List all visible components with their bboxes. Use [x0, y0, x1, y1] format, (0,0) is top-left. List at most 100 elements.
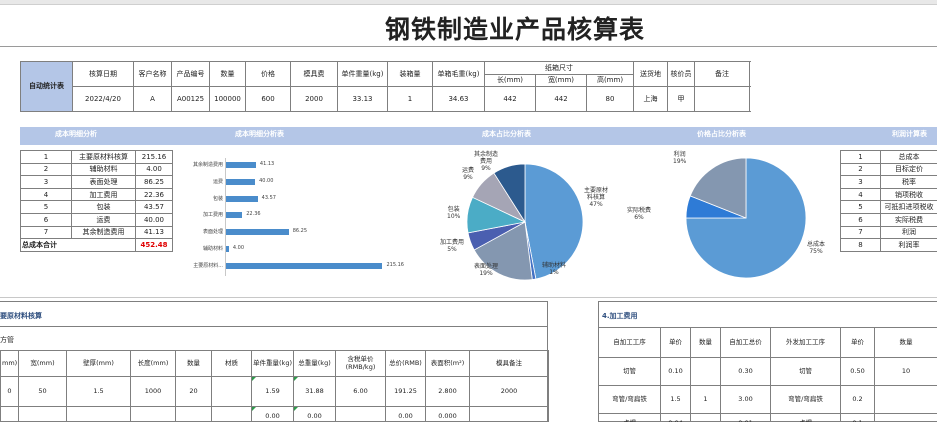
raw-material-header: 含税单价(RMB/kg) [335, 350, 386, 377]
bar-value-label: 86.25 [292, 228, 308, 235]
processing-cell[interactable]: 弯管/弯扁铁 [598, 385, 661, 414]
stats-cell[interactable]: 442 [484, 86, 536, 112]
raw-material-cell[interactable]: 1.5 [66, 376, 131, 407]
stats-cell[interactable]: 上海 [633, 86, 669, 112]
bar-category-label: 其余制造费用 [192, 162, 223, 168]
stats-cell[interactable]: 2022/4/20 [72, 86, 134, 112]
processing-cell[interactable]: 切管 [770, 357, 841, 386]
pie-label-line: 10% [447, 212, 461, 220]
bar-value-label: 22.36 [246, 211, 261, 218]
cost-row-value[interactable]: 22.36 [135, 187, 173, 202]
raw-material-title: 要原材料核算 [0, 312, 42, 320]
pie-slice-label: 利润 19% [673, 151, 686, 166]
raw-material-cell[interactable]: 20 [175, 376, 212, 407]
raw-material-cell[interactable]: 0 [0, 376, 19, 407]
processing-cell[interactable] [690, 357, 721, 386]
raw-material-cell[interactable]: 2.800 [425, 376, 470, 407]
stats-cell[interactable]: 33.13 [337, 86, 388, 112]
stats-cell[interactable]: 甲 [667, 86, 696, 112]
raw-material-cell[interactable]: 50 [18, 376, 67, 407]
page-title: 钢铁制造业产品核算表 [384, 15, 645, 44]
price-share-pie-svg [685, 157, 807, 279]
processing-cell[interactable]: 0.04 [660, 413, 691, 422]
stats-cell[interactable] [694, 86, 751, 112]
bar-mark [226, 246, 229, 252]
stats-label: 自动统计表 [20, 61, 73, 112]
processing-cell[interactable]: 10 [874, 357, 937, 386]
raw-material-cell[interactable] [211, 376, 252, 407]
bar-mark [226, 262, 383, 269]
stats-subheader: 高(mm) [585, 74, 635, 87]
raw-material-cell[interactable]: 0.00 [251, 406, 294, 422]
stats-header: 备注 [694, 61, 751, 87]
processing-cell[interactable]: 切管 [598, 357, 661, 386]
processing-cell[interactable] [874, 413, 937, 422]
raw-material-header: mm) [0, 350, 19, 377]
total-cost-value[interactable]: 452.48 [135, 238, 173, 252]
processing-cell[interactable]: 3.00 [720, 385, 771, 414]
profit-row-item: 利润率 [880, 238, 937, 252]
raw-material-cell[interactable] [66, 406, 131, 422]
profit-row-no: 4 [840, 187, 881, 202]
processing-cell[interactable]: 0.10 [660, 357, 691, 386]
processing-cell[interactable]: 0.1 [840, 413, 875, 422]
profit-row: 6 实际税费 [840, 212, 937, 227]
raw-material-cell[interactable] [175, 406, 212, 422]
stats-cell[interactable]: 1 [387, 86, 433, 112]
stats-cell[interactable]: A [133, 86, 172, 112]
profit-row-no: 8 [840, 238, 881, 252]
raw-material-cell[interactable] [211, 406, 252, 422]
stats-header: 纸箱尺寸 [483, 61, 635, 75]
stats-cell[interactable]: 34.63 [432, 86, 485, 112]
stats-header: 产品编号 [171, 61, 210, 87]
processing-cell[interactable]: 0.50 [840, 357, 875, 386]
raw-material-cell[interactable] [130, 406, 176, 422]
cost-row-value[interactable]: 43.57 [135, 200, 173, 214]
processing-cell[interactable]: 0.01 [720, 413, 771, 422]
cost-row-value[interactable]: 4.00 [135, 162, 173, 177]
raw-material-cell[interactable]: 1.59 [251, 376, 294, 407]
price-share-pie-chart: 总成本 75% 实际税费 6% 利润 19% [625, 150, 835, 290]
bar-category-label: 主要原材料... [193, 262, 223, 269]
bar-mark [226, 178, 256, 185]
stats-cell[interactable]: 442 [535, 86, 587, 112]
raw-material-cell[interactable] [335, 406, 386, 422]
processing-cell[interactable]: 1 [690, 385, 721, 414]
raw-material-cell[interactable]: 1000 [130, 376, 176, 407]
stats-cell[interactable]: A00125 [171, 86, 210, 112]
processing-cell[interactable]: 弯管/弯扁铁 [770, 385, 841, 414]
processing-cell[interactable] [690, 413, 721, 422]
processing-cell[interactable]: 0.2 [840, 385, 875, 414]
raw-material-header: 总重量(kg) [293, 350, 336, 377]
raw-material-cell[interactable] [0, 406, 19, 422]
raw-material-cell[interactable] [18, 406, 67, 422]
raw-material-cell[interactable]: 31.88 [293, 376, 336, 407]
processing-cell[interactable] [874, 385, 937, 414]
processing-cell[interactable]: 0.30 [720, 357, 771, 386]
processing-cell[interactable]: 点焊 [598, 413, 661, 422]
stats-header: 价格 [245, 61, 291, 87]
section-divider [0, 297, 937, 298]
cost-row-value[interactable]: 41.13 [135, 225, 173, 240]
raw-material-cell[interactable]: 6.00 [335, 376, 386, 407]
bar-mark [226, 229, 289, 236]
cost-row-value[interactable]: 215.16 [135, 150, 173, 164]
cost-row-item: 运费 [71, 212, 136, 227]
raw-material-cell[interactable]: 0.00 [385, 406, 426, 422]
cost-row-value[interactable]: 40.00 [135, 212, 173, 227]
cost-row-no: 4 [20, 187, 72, 202]
raw-material-cell[interactable]: 0.000 [425, 406, 470, 422]
raw-material-cell[interactable]: 191.25 [385, 376, 426, 407]
cost-row-value[interactable]: 86.25 [135, 175, 173, 189]
raw-material-cell[interactable]: 0.00 [293, 406, 336, 422]
processing-cell[interactable]: 点焊 [770, 413, 841, 422]
stats-cell[interactable]: 100000 [209, 86, 246, 112]
cost-row-no: 3 [20, 175, 72, 189]
cost-row-item: 加工费用 [71, 187, 136, 202]
raw-material-cell[interactable] [469, 406, 549, 422]
stats-cell[interactable]: 600 [245, 86, 291, 112]
processing-cell[interactable]: 1.5 [660, 385, 691, 414]
stats-cell[interactable]: 2000 [290, 86, 338, 112]
stats-cell[interactable]: 80 [585, 86, 635, 112]
raw-material-cell[interactable]: 2000 [469, 376, 549, 407]
